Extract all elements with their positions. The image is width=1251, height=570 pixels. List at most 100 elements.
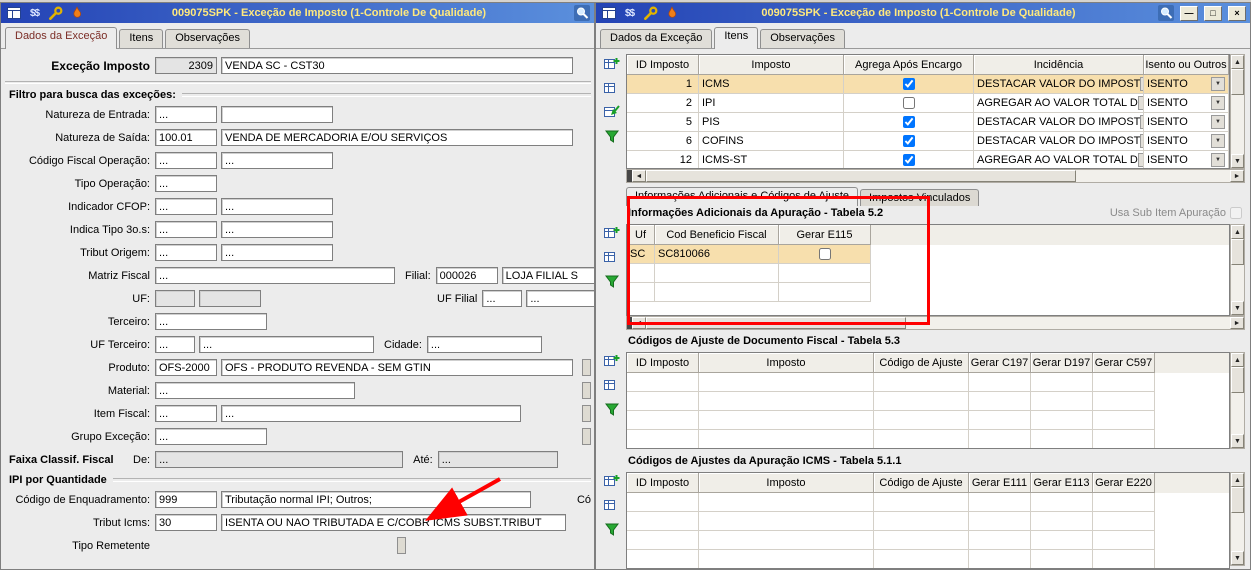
empty-row[interactable] (627, 264, 871, 283)
codigo-fiscal-operacao-field-1[interactable] (155, 152, 217, 169)
filter-icon[interactable] (603, 401, 621, 417)
empty-cell[interactable] (969, 373, 1031, 392)
empty-cell[interactable] (699, 373, 874, 392)
scroll-left-button[interactable]: ◄ (632, 317, 646, 329)
imposto-cell[interactable]: COFINS (699, 132, 844, 151)
doc-fiscal-vscrollbar[interactable]: ▲ ▼ (1230, 352, 1245, 449)
empty-cell[interactable] (779, 264, 871, 283)
produto-desc-field[interactable] (221, 359, 573, 376)
tribut-icms-desc-field[interactable] (221, 514, 566, 531)
isento-cell[interactable]: ISENTO ▼ (1144, 75, 1229, 94)
empty-cell[interactable] (779, 283, 871, 302)
gerar-e115-checkbox[interactable] (818, 248, 831, 260)
empty-cell[interactable] (874, 512, 969, 531)
scroll-down-button[interactable]: ▼ (1231, 301, 1244, 315)
scroll-down-button[interactable]: ▼ (1231, 154, 1244, 168)
scrollbar-thumb[interactable] (646, 170, 1076, 182)
table-icon[interactable] (603, 497, 621, 513)
material-field[interactable] (155, 382, 355, 399)
close-button[interactable]: × (1228, 5, 1246, 21)
apuracao-hscrollbar[interactable]: ◄ ► (626, 316, 1245, 330)
scroll-up-button[interactable]: ▲ (1231, 473, 1244, 487)
empty-cell[interactable] (699, 550, 874, 568)
scrollbar-track[interactable] (906, 317, 1230, 329)
scrollbar-thumb[interactable] (1231, 69, 1244, 95)
add-row-icon[interactable] (603, 56, 621, 72)
table-icon[interactable] (603, 249, 621, 265)
isento-cell[interactable]: ISENTO ▼ (1144, 132, 1229, 151)
empty-cell[interactable] (1093, 392, 1155, 411)
empty-cell[interactable] (699, 411, 874, 430)
empty-cell[interactable] (699, 493, 874, 512)
uf-cell[interactable]: SC (627, 245, 655, 264)
scroll-left-button[interactable]: ◄ (632, 170, 646, 182)
scroll-down-button[interactable]: ▼ (1231, 434, 1244, 448)
zoom-icon[interactable] (573, 5, 590, 21)
isento-cell[interactable]: ISENTO ▼ (1144, 113, 1229, 132)
left-titlebar[interactable]: $$ 009075SPK - Exceção de Imposto (1-Con… (1, 3, 594, 23)
scroll-right-button[interactable]: ► (1230, 170, 1244, 182)
filter-icon[interactable] (603, 521, 621, 537)
agrega-cell[interactable] (844, 132, 974, 151)
scroll-up-button[interactable]: ▲ (1231, 225, 1244, 239)
empty-row[interactable] (627, 411, 1155, 430)
incidencia-cell[interactable]: DESTACAR VALOR DO IMPOST▼ (974, 75, 1144, 94)
uf-filial-field-2[interactable] (526, 290, 594, 307)
tribut-icms-code-field[interactable] (155, 514, 217, 531)
empty-cell[interactable] (874, 373, 969, 392)
produto-lookup-button[interactable] (582, 359, 591, 376)
isento-cell[interactable]: ISENTO ▼ (1144, 151, 1229, 168)
apuracao-vscrollbar[interactable]: ▲ ▼ (1230, 224, 1245, 316)
dropdown-button[interactable]: ▼ (1211, 134, 1225, 148)
scrollbar-track[interactable] (1231, 69, 1244, 154)
codigo-fiscal-operacao-field-2[interactable] (221, 152, 333, 169)
empty-cell[interactable] (874, 392, 969, 411)
empty-cell[interactable] (699, 531, 874, 550)
scrollbar-thumb[interactable] (1231, 239, 1244, 265)
empty-cell[interactable] (969, 392, 1031, 411)
filter-icon[interactable] (603, 273, 621, 289)
tribut-origem-field-2[interactable] (221, 244, 333, 261)
item-fiscal-field-2[interactable] (221, 405, 521, 422)
empty-cell[interactable] (1093, 373, 1155, 392)
add-row-icon[interactable] (603, 473, 621, 489)
tab-dados-da-excecao[interactable]: Dados da Exceção (5, 27, 118, 49)
empty-row[interactable] (627, 430, 1155, 448)
empty-cell[interactable] (655, 283, 779, 302)
material-lookup-button[interactable] (582, 382, 591, 399)
uf-filial-field-1[interactable] (482, 290, 523, 307)
natureza-saida-desc-field[interactable] (221, 129, 573, 146)
add-row-icon[interactable] (603, 225, 621, 241)
faixa-de-field[interactable] (155, 451, 404, 468)
produto-code-field[interactable] (155, 359, 217, 376)
tab-itens[interactable]: Itens (119, 29, 164, 48)
incidencia-cell[interactable]: AGREGAR AO VALOR TOTAL D▼ (974, 151, 1144, 168)
scrollbar-thumb[interactable] (1231, 487, 1244, 513)
indica-tipo-3os-field-1[interactable] (155, 221, 217, 238)
empty-cell[interactable] (627, 531, 699, 550)
scrollbar-track[interactable] (1076, 170, 1230, 182)
empty-cell[interactable] (874, 411, 969, 430)
empty-cell[interactable] (874, 430, 969, 448)
gerar-e115-cell[interactable] (779, 245, 871, 264)
scroll-down-button[interactable]: ▼ (1231, 551, 1244, 565)
empty-cell[interactable] (1093, 512, 1155, 531)
tipo-operacao-field[interactable] (155, 175, 217, 192)
apuracao-icms-vscrollbar[interactable]: ▲ ▼ (1230, 472, 1245, 566)
empty-cell[interactable] (969, 411, 1031, 430)
dropdown-button[interactable]: ▼ (1211, 96, 1225, 110)
uf-terceiro-field-2[interactable] (199, 336, 374, 353)
dropdown-button[interactable]: ▼ (1211, 153, 1225, 167)
isento-cell[interactable]: ISENTO ▼ (1144, 94, 1229, 113)
empty-cell[interactable] (627, 264, 655, 283)
zoom-icon[interactable] (1157, 5, 1174, 21)
id-cell[interactable]: 5 (627, 113, 699, 132)
scroll-up-button[interactable]: ▲ (1231, 353, 1244, 367)
maximize-button[interactable]: □ (1204, 5, 1222, 21)
empty-cell[interactable] (969, 550, 1031, 568)
id-cell[interactable]: 12 (627, 151, 699, 168)
incidencia-cell[interactable]: AGREGAR AO VALOR TOTAL D▼ (974, 94, 1144, 113)
incidencia-cell[interactable]: DESTACAR VALOR DO IMPOST▼ (974, 113, 1144, 132)
empty-cell[interactable] (627, 430, 699, 448)
grupo-excecao-field[interactable] (155, 428, 267, 445)
